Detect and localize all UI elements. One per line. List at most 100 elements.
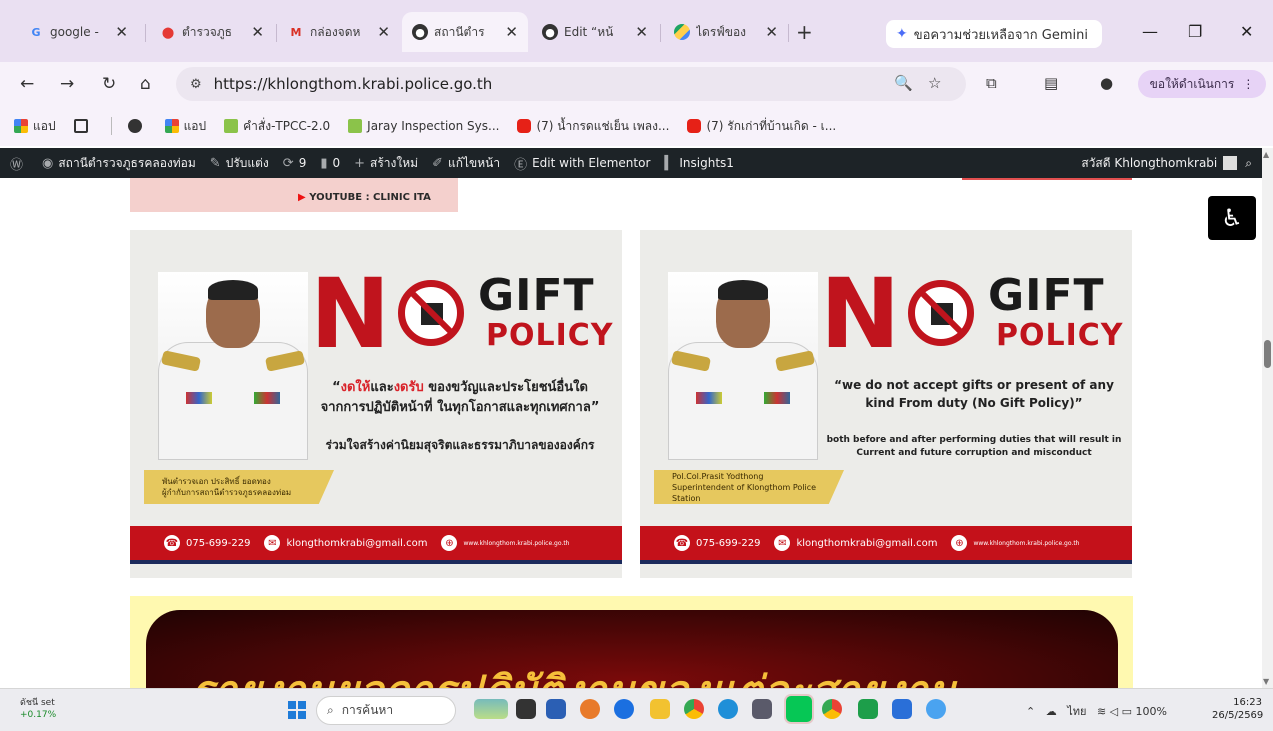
close-window-button[interactable]: ✕: [1240, 22, 1253, 41]
accessibility-icon[interactable]: ♿: [1208, 196, 1256, 240]
refresh-icon: ⟳: [282, 155, 294, 171]
email-icon: ✉: [264, 535, 281, 551]
tab-google[interactable]: G google - ✕: [18, 14, 138, 50]
wp-insights[interactable]: ▍ Insights1: [664, 156, 734, 171]
youtube-icon: ▶: [298, 192, 306, 203]
close-icon[interactable]: ✕: [251, 23, 264, 41]
widget-icon[interactable]: [474, 699, 508, 719]
tab-edit-page[interactable]: ● Edit “หน้ ✕: [532, 14, 658, 50]
close-icon[interactable]: ✕: [765, 23, 778, 41]
wp-greeting[interactable]: สวัสดี Khlongthomkrabi: [1081, 154, 1217, 173]
plus-icon: +: [354, 155, 366, 171]
chrome-icon[interactable]: [684, 699, 704, 719]
star-icon[interactable]: ☆: [928, 74, 941, 92]
close-icon[interactable]: ✕: [115, 23, 128, 41]
profile-avatar-icon[interactable]: ●: [1100, 74, 1113, 92]
bookmark-apps-2[interactable]: แอป: [164, 117, 206, 136]
no-letter-n: N: [820, 258, 901, 370]
calculator-icon[interactable]: [752, 699, 772, 719]
cloud-icon[interactable]: ☁: [1046, 705, 1057, 718]
wordpress-logo-icon[interactable]: Ⓦ: [10, 154, 28, 173]
system-tray[interactable]: ⌃ ☁ ไทย ≋ ◁ ▭ 100%: [1026, 702, 1167, 720]
home-icon[interactable]: ⌂: [140, 74, 151, 94]
clock[interactable]: 16:23 26/5/2569: [1212, 696, 1263, 722]
address-bar[interactable]: ⚙ https://khlongthom.krabi.police.go.th: [176, 67, 966, 101]
chrome-icon[interactable]: [822, 699, 842, 719]
no-letter-n: N: [310, 258, 391, 370]
more-vertical-icon[interactable]: ⋮: [1242, 77, 1254, 91]
tab-maps[interactable]: ⬤ ตำรวจภูธ ✕: [150, 14, 274, 50]
app-icon[interactable]: [718, 699, 738, 719]
new-tab-button[interactable]: +: [796, 20, 813, 44]
minimize-button[interactable]: —: [1142, 22, 1158, 41]
bookmark-youtube-2[interactable]: (7) รักเก่าที่บ้านเกิด - เ...: [687, 117, 836, 136]
site-info-icon[interactable]: ⚙: [190, 77, 202, 92]
wp-updates[interactable]: ⟳ 9: [283, 156, 307, 171]
bookmark-youtube-1[interactable]: (7) น้ำกรดแช่เย็น เพลง...: [517, 117, 669, 136]
forward-icon[interactable]: →: [60, 74, 74, 94]
app-icon[interactable]: [546, 699, 566, 719]
language-indicator[interactable]: ไทย: [1067, 705, 1086, 718]
scroll-up-icon[interactable]: ▲: [1263, 150, 1269, 159]
page-content: ▶ YOUTUBE : CLINIC ITA N GIFT POLICY “งด…: [0, 178, 1262, 688]
zoom-icon[interactable]: 🔍: [894, 74, 913, 92]
tab-active-site[interactable]: ● สถานีตำร ✕: [402, 12, 528, 52]
file-explorer-icon[interactable]: [650, 699, 670, 719]
avatar[interactable]: [1223, 156, 1238, 170]
close-icon[interactable]: ✕: [505, 23, 518, 41]
bookmark-grid[interactable]: [73, 119, 93, 133]
no-gift-policy-card-thai[interactable]: N GIFT POLICY “งดให้และงดรับ ของขวัญและป…: [130, 230, 622, 578]
taskbar-search[interactable]: ⌕ การค้นหา: [316, 696, 456, 725]
search-icon[interactable]: ⌕: [1245, 156, 1252, 171]
volume-icon[interactable]: ◁: [1110, 705, 1118, 718]
scrollbar-thumb[interactable]: [1264, 340, 1271, 368]
bookmark-jaray[interactable]: Jaray Inspection Sys...: [348, 119, 499, 133]
wp-edit-page[interactable]: ✐ แก้ไขหน้า: [432, 154, 500, 173]
wp-site-name[interactable]: ◉ สถานีตำรวจภูธรคลองท่อม: [42, 154, 196, 173]
app-icon[interactable]: [580, 699, 600, 719]
chevron-up-icon[interactable]: ⌃: [1026, 705, 1035, 718]
scrollbar[interactable]: ▲ ▼: [1262, 148, 1273, 688]
phone-icon: ☎: [164, 535, 180, 551]
windows-start-icon[interactable]: [288, 701, 306, 719]
close-icon[interactable]: ✕: [635, 23, 648, 41]
extensions-icon[interactable]: ⧉: [986, 74, 997, 92]
outlook-icon[interactable]: [892, 699, 912, 719]
site-icon: ●: [412, 24, 428, 40]
no-gift-policy-card-english[interactable]: N GIFT POLICY “we do not accept gifts or…: [640, 230, 1132, 578]
wp-elementor[interactable]: Ⓔ Edit with Elementor: [514, 154, 650, 173]
wp-admin-bar: Ⓦ ◉ สถานีตำรวจภูธรคลองท่อม ✎ ปรับแต่ง ⟳ 9 ▮…: [0, 148, 1262, 178]
tab-drive[interactable]: ไดรฟ์ของ ✕: [664, 14, 788, 50]
contact-footer: ☎ 075-699-229 ✉ klongthomkrabi@gmail.com ⊕…: [130, 526, 622, 560]
officer-photo: [158, 272, 308, 460]
reading-mode-icon[interactable]: ▤: [1044, 74, 1058, 92]
reload-icon[interactable]: ↻: [102, 74, 116, 94]
report-banner-title: รายงานผลการปฏิบัติงานของแต่ละสายงาน: [192, 658, 957, 688]
youtube-icon: [517, 119, 532, 133]
action-button[interactable]: ขอให้ดำเนินการ ⋮: [1138, 70, 1266, 98]
task-view-icon[interactable]: [516, 699, 536, 719]
bookmark-apps[interactable]: แอป: [14, 117, 56, 136]
site-icon: ●: [542, 24, 558, 40]
restore-button[interactable]: ❐: [1188, 22, 1202, 41]
bookmark-tpcc[interactable]: คำสั่ง-TPCC-2.0: [224, 117, 330, 136]
battery-icon[interactable]: ▭: [1122, 705, 1132, 718]
close-icon[interactable]: ✕: [377, 23, 390, 41]
tab-gmail[interactable]: M กล่องจดห ✕: [278, 14, 400, 50]
line-app-icon[interactable]: [786, 696, 812, 722]
back-icon[interactable]: ←: [20, 74, 34, 94]
excel-icon[interactable]: [858, 699, 878, 719]
wifi-icon[interactable]: ≋: [1097, 705, 1106, 718]
report-banner[interactable]: รายงานผลการปฏิบัติงานของแต่ละสายงาน: [130, 596, 1133, 688]
wp-comments[interactable]: ▮ 0: [320, 156, 340, 171]
policy-subtext: both before and after performing duties …: [826, 435, 1122, 458]
scroll-down-icon[interactable]: ▼: [1263, 677, 1269, 686]
policy-heading: POLICY: [486, 318, 614, 353]
bookmark-chrome[interactable]: [127, 119, 147, 133]
wp-new[interactable]: + สร้างใหม่: [354, 154, 418, 173]
gemini-button[interactable]: ✦ ขอความช่วยเหลือจาก Gemini: [886, 20, 1102, 48]
app-icon[interactable]: [926, 699, 946, 719]
stock-widget[interactable]: ดัชนี set +0.17%: [20, 697, 56, 721]
edge-icon[interactable]: [614, 699, 634, 719]
wp-customize[interactable]: ✎ ปรับแต่ง: [210, 154, 269, 173]
